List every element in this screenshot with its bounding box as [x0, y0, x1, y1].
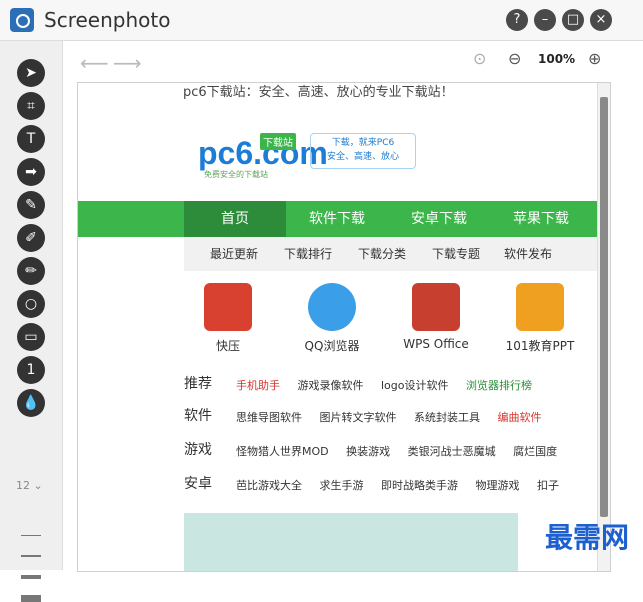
nav-home[interactable]: 首页	[184, 201, 286, 237]
line-width-4[interactable]	[21, 595, 41, 602]
category-link[interactable]: 系统封装工具	[414, 411, 480, 424]
category-row: 软件 思维导图软件 图片转文字软件 系统封装工具 编曲软件	[184, 405, 604, 429]
app-name: QQ浏览器	[304, 339, 360, 353]
brush-icon[interactable]: ✏	[17, 257, 45, 285]
category-link[interactable]: 扣子	[537, 479, 559, 492]
category-link[interactable]: 编曲软件	[498, 411, 542, 424]
category-label: 安卓	[184, 476, 212, 492]
category-label: 游戏	[184, 442, 212, 458]
subnav-ranking[interactable]: 下载排行	[284, 237, 332, 271]
slogan-line-2: 安全、高速、放心	[326, 152, 399, 162]
rectangle-icon[interactable]: ▭	[17, 323, 45, 351]
app-card[interactable]: 快压	[180, 283, 276, 354]
category-label: 软件	[184, 408, 212, 424]
slogan-line-1: 下载，就来PC6	[331, 138, 395, 148]
category-link[interactable]: 手机助手	[236, 379, 280, 392]
category-label: 推荐	[184, 376, 212, 392]
category-link[interactable]: 游戏录像软件	[298, 379, 364, 392]
main-nav: 首页 软件下载 安卓下载 苹果下载	[78, 201, 598, 237]
screenshot-preview: pc6下载站：安全、高速、放心的专业下载站！ pc6.com 下载站 免费安全的…	[77, 82, 611, 572]
category-link[interactable]: 求生手游	[320, 479, 364, 492]
fit-zoom-icon[interactable]: ⊙	[473, 49, 486, 68]
undo-icon[interactable]: ⟵	[80, 51, 109, 75]
subnav-topics[interactable]: 下载专题	[432, 237, 480, 271]
app-qq-browser-icon	[308, 283, 356, 331]
site-slogan: 下载，就来PC6 安全、高速、放心	[310, 133, 416, 169]
category-link[interactable]: 物理游戏	[476, 479, 520, 492]
app-kuaiya-icon	[204, 283, 252, 331]
logo-subtitle: 免费安全的下载站	[204, 170, 268, 179]
line-width-3[interactable]	[21, 575, 41, 579]
nav-software[interactable]: 软件下载	[286, 201, 388, 237]
scroll-thumb[interactable]	[600, 97, 608, 517]
size-select[interactable]: 12 ⌄	[16, 479, 43, 492]
ellipse-icon[interactable]: ○	[17, 290, 45, 318]
app-card[interactable]: 101教育PPT	[492, 283, 588, 354]
category-link[interactable]: 类银河战士恶魔城	[408, 445, 496, 458]
category-link[interactable]: 芭比游戏大全	[236, 479, 302, 492]
app-name: 快压	[215, 339, 240, 353]
app-101ppt-icon	[516, 283, 564, 331]
category-link[interactable]: 即时战略类手游	[381, 479, 458, 492]
blur-drop-icon[interactable]: 💧	[17, 389, 45, 417]
crop-icon[interactable]: ⌗	[17, 92, 45, 120]
site-notice: pc6下载站：安全、高速、放心的专业下载站！	[183, 85, 454, 100]
category-row: 游戏 怪物猎人世界MOD 换装游戏 类银河战士恶魔城 腐烂国度	[184, 439, 604, 463]
marker-icon[interactable]: ✐	[17, 224, 45, 252]
subnav-recent[interactable]: 最近更新	[210, 237, 258, 271]
category-link[interactable]: 浏览器排行榜	[466, 379, 532, 392]
help-button[interactable]: ?	[506, 9, 528, 31]
app-name: 101教育PPT	[505, 339, 575, 353]
line-width-1[interactable]	[21, 535, 41, 536]
line-width-2[interactable]	[21, 555, 41, 557]
app-card[interactable]: QQ浏览器	[284, 283, 380, 354]
logo-tag: 下载站	[260, 133, 296, 150]
tool-sidebar: ➤ ⌗ T ➡ ✎ ✐ ✏ ○ ▭ 1 💧 12 ⌄	[0, 41, 63, 602]
pen-icon[interactable]: ✎	[17, 191, 45, 219]
minimize-button[interactable]: –	[534, 9, 556, 31]
category-link[interactable]: 换装游戏	[346, 445, 390, 458]
redo-icon[interactable]: ⟶	[113, 51, 142, 75]
title-bar: Screenphoto ? – □ ×	[0, 0, 643, 41]
scrollbar[interactable]	[597, 83, 610, 571]
watermark-logo: 最需网	[544, 521, 629, 554]
text-icon[interactable]: T	[17, 125, 45, 153]
zoom-level: 100%	[538, 52, 576, 66]
arrow-icon[interactable]: ➤	[17, 59, 45, 87]
category-row: 推荐 手机助手 游戏录像软件 logo设计软件 浏览器排行榜	[184, 373, 604, 397]
nav-android[interactable]: 安卓下载	[388, 201, 490, 237]
subnav-category[interactable]: 下载分类	[358, 237, 406, 271]
category-link[interactable]: logo设计软件	[381, 379, 449, 392]
category-link[interactable]: 图片转文字软件	[320, 411, 397, 424]
app-card[interactable]: WPS Office	[388, 283, 484, 351]
category-link[interactable]: 思维导图软件	[236, 411, 302, 424]
category-row: 安卓 芭比游戏大全 求生手游 即时战略类手游 物理游戏 扣子	[184, 473, 604, 497]
zoom-out-icon[interactable]: ⊖	[508, 49, 521, 68]
subnav-publish[interactable]: 软件发布	[504, 237, 552, 271]
maximize-button[interactable]: □	[562, 9, 584, 31]
app-wps-icon	[412, 283, 460, 331]
camera-icon	[10, 8, 34, 32]
big-arrow-icon[interactable]: ➡	[17, 158, 45, 186]
number-icon[interactable]: 1	[17, 356, 45, 384]
close-button[interactable]: ×	[590, 9, 612, 31]
app-name: WPS Office	[403, 337, 469, 351]
ad-banner[interactable]	[184, 513, 518, 571]
window-title: Screenphoto	[44, 8, 171, 32]
category-link[interactable]: 腐烂国度	[513, 445, 557, 458]
sub-nav: 最近更新 下载排行 下载分类 下载专题 软件发布	[184, 237, 598, 271]
category-link[interactable]: 怪物猎人世界MOD	[236, 445, 329, 458]
nav-apple[interactable]: 苹果下载	[490, 201, 592, 237]
zoom-in-icon[interactable]: ⊕	[588, 49, 601, 68]
site-logo: pc6.com 下载站 免费安全的下载站	[198, 133, 328, 179]
